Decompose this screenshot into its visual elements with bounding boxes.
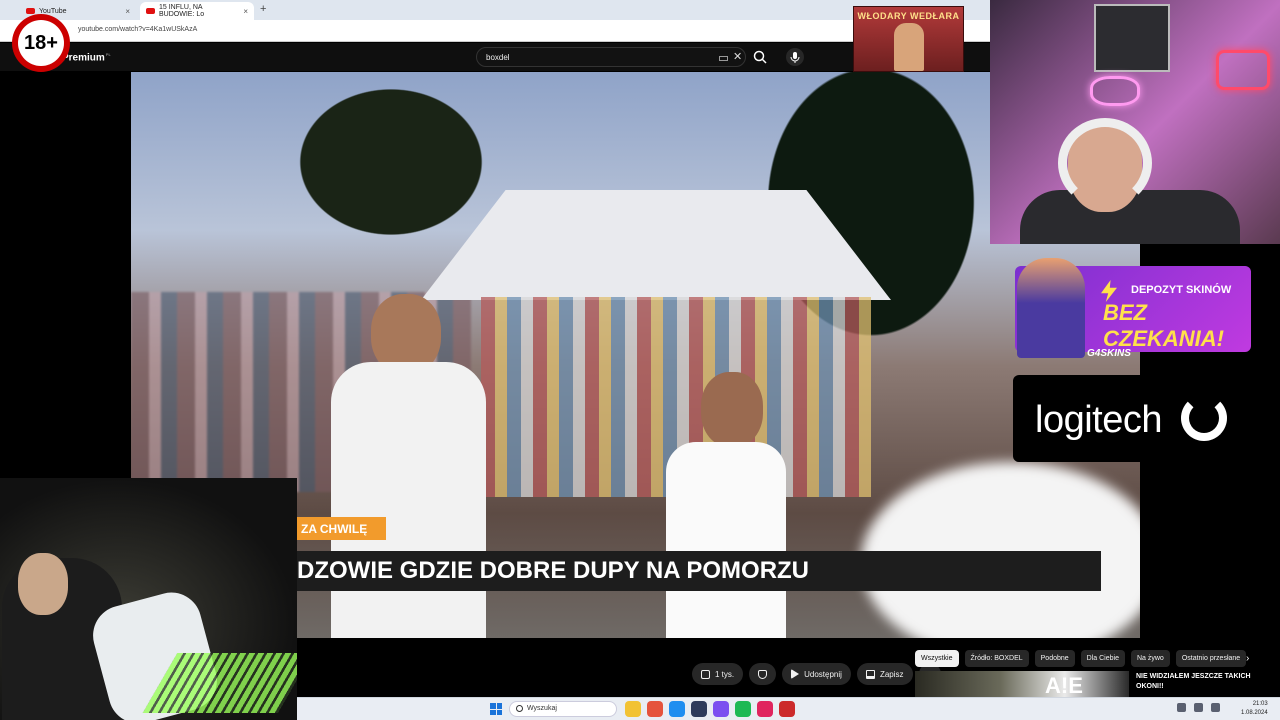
youtube-favicon-icon [26,8,35,14]
age-badge-text: 18+ [18,20,64,66]
tab-active-video[interactable]: 15 INFLU, NA BUDOWIE: Lo × [140,2,254,20]
save-button[interactable]: Zapisz [856,663,913,685]
chip[interactable]: Dla Ciebie [1080,650,1125,667]
thumbnail-text: A!E [1045,673,1083,698]
windows-start-icon[interactable] [490,703,502,715]
new-tab-button[interactable]: + [260,3,266,15]
clock-date: 1.08.2024 [1241,710,1268,716]
taskbar-apps [625,701,795,717]
age-restriction-badge: 18+ [12,14,70,72]
share-icon [791,669,800,679]
chip[interactable]: Podobne [1034,650,1075,667]
like-button[interactable]: 1 tys. [692,663,744,685]
chevron-up-icon[interactable] [1177,703,1186,712]
taskbar-app-icon[interactable] [757,701,773,717]
chip[interactable]: Ostatnio przesłane [1175,650,1247,667]
network-icon[interactable] [1194,703,1203,712]
video-blur [861,462,1140,638]
search-input[interactable]: boxdel [486,53,510,62]
logitech-ad[interactable]: logitech [1013,375,1263,462]
banner-figure [894,23,924,71]
video-person-head [701,372,763,447]
guest-face [18,553,68,615]
keyboard-icon[interactable] [719,56,728,61]
taskbar-app-icon[interactable] [713,701,729,717]
video-person-man [331,362,486,638]
system-tray [1177,703,1220,712]
close-tab-icon[interactable]: × [243,7,248,16]
video-person-woman [666,442,786,638]
caption-tag: ZA CHWILĘ [297,517,386,540]
windows-taskbar: Wyszukaj 21:03 1.08.2024 [297,697,1280,720]
wall-vinyl-frame [1094,4,1170,72]
share-label: Udostępnij [804,669,842,679]
save-label: Zapisz [879,669,904,679]
dislike-button[interactable] [749,663,777,685]
logitech-wordmark: logitech [1035,399,1162,441]
taskbar-clock[interactable]: 21:03 1.08.2024 [1241,700,1268,718]
clear-icon[interactable]: ✕ [733,50,742,63]
youtube-header: PremiumPL boxdel ✕ [0,43,990,71]
screen: YouTube × 15 INFLU, NA BUDOWIE: Lo × + y… [0,0,1280,720]
stream-banner: WŁODARY WEDŁARA [853,6,964,72]
suggestion-thumbnail[interactable]: A!E [915,671,1129,698]
neon-sign [1216,50,1270,90]
mic-icon [790,52,800,63]
ad-line2: BEZ CZEKANIA! [1103,300,1224,351]
thumb-up-icon [701,669,710,679]
chip[interactable]: Na żywo [1130,650,1170,667]
ad-brand: G4SKINS [1087,348,1131,359]
taskbar-app-icon[interactable] [625,701,641,717]
share-button[interactable]: Udostępnij [782,663,851,685]
search-box[interactable]: boxdel ✕ [476,47,746,67]
clock-time: 21:03 [1252,701,1268,707]
guest-webcam [0,478,297,720]
bookmark-icon [865,669,875,679]
search-icon [516,705,523,712]
address-bar[interactable]: youtube.com/watch?v=4Ka1wUSkAzA [0,20,990,42]
taskbar-app-icon[interactable] [691,701,707,717]
mic-button[interactable] [786,48,804,66]
neon-sign [1090,76,1140,106]
banner-text: WŁODARY WEDŁARA [857,11,960,21]
close-tab-icon[interactable]: × [125,7,130,16]
tab-label: 15 INFLU, NA BUDOWIE: Lo [159,4,205,18]
brand-region: PL [105,52,111,57]
thumb-down-icon [758,669,768,679]
related-filter-chips: Wszystkie Źródło: BOXDEL Podobne Dla Cie… [915,650,1247,668]
like-count: 1 tys. [715,669,735,679]
g4skins-ad[interactable]: DEPOZYT SKINÓW BEZ CZEKANIA! G4SKINS [1005,252,1257,367]
search-button[interactable] [750,47,770,67]
taskbar-app-icon[interactable] [735,701,751,717]
video-actions: 1 tys. Udostępnij Zapisz ⋯ [692,663,941,687]
ad-line1: DEPOZYT SKINÓW [1131,284,1232,296]
youtube-favicon-icon [146,8,155,14]
chevron-right-icon[interactable]: › [1246,653,1249,664]
taskbar-app-icon[interactable] [669,701,685,717]
ad-character [1017,258,1085,358]
browser-tab-bar: YouTube × 15 INFLU, NA BUDOWIE: Lo × + [0,0,990,20]
streamer-webcam [990,0,1280,244]
brand-label: Premium [62,52,105,64]
taskbar-app-icon[interactable] [779,701,795,717]
taskbar-search-placeholder: Wyszukaj [527,705,557,712]
logitech-g-icon [1181,395,1227,441]
video-tent [421,190,891,300]
youtube-logo[interactable]: PremiumPL [62,52,111,63]
headphones-icon [1058,118,1152,208]
url-text[interactable]: youtube.com/watch?v=4Ka1wUSkAzA [78,26,197,33]
video-caption: DZOWIE GDZIE DOBRE DUPY NA POMORZU [297,551,1101,591]
suggestion-title[interactable]: NIE WIDZIAŁEM JESZCZE TAKICH OKONI!! [1136,672,1266,692]
search-icon [753,50,767,64]
taskbar-search[interactable]: Wyszukaj [509,701,617,717]
chip[interactable]: Wszystkie [915,650,959,667]
volume-icon[interactable] [1211,703,1220,712]
taskbar-app-icon[interactable] [647,701,663,717]
chip[interactable]: Źródło: BOXDEL [964,650,1029,667]
